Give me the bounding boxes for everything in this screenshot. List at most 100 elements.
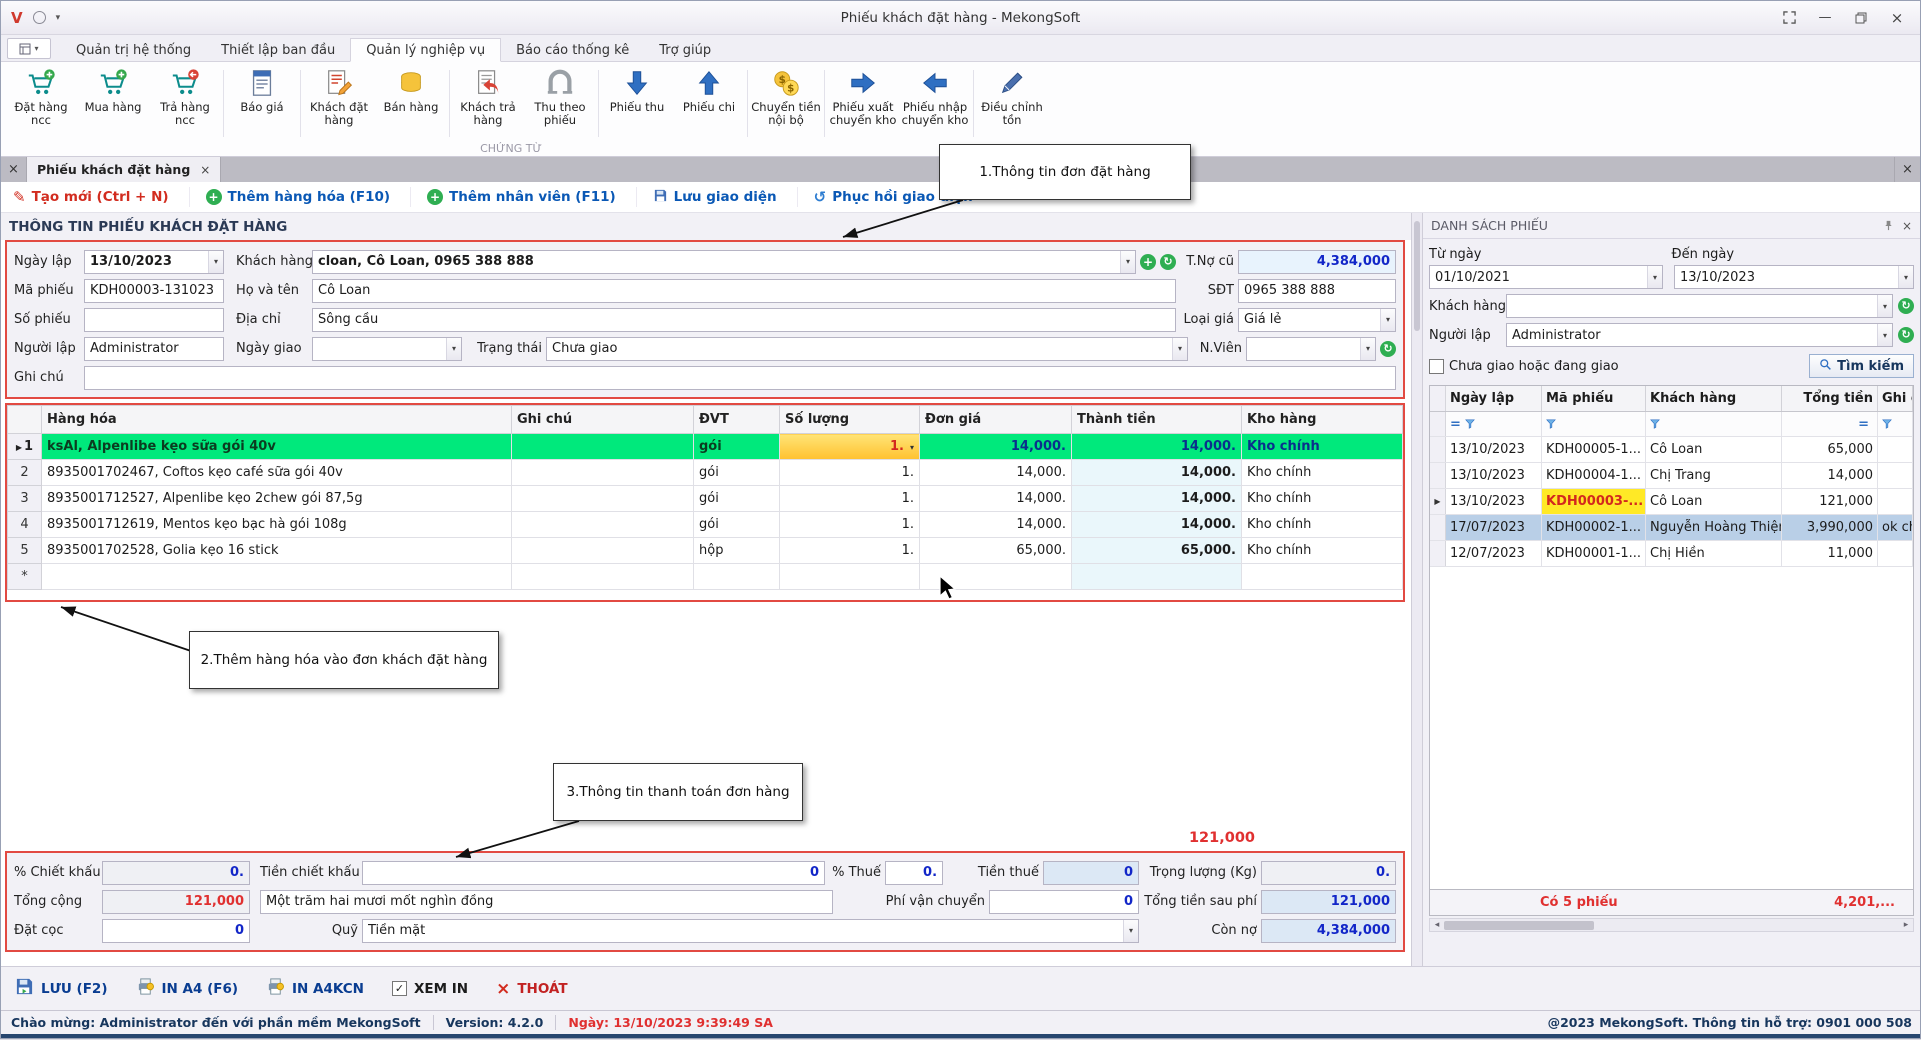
luu-giao-dien-button[interactable]: Lưu giao diện — [637, 187, 798, 207]
them-nhan-vien-button[interactable]: +Thêm nhân viên (F11) — [411, 187, 637, 207]
pct-thue-input[interactable]: 0. — [885, 861, 943, 885]
tao-moi-button[interactable]: ✎Tạo mới (Ctrl + N) — [13, 187, 190, 207]
quick-access-chevron-down-icon[interactable]: ▾ — [56, 13, 61, 23]
toolbar-button-bao-gia[interactable]: Báo giá — [226, 66, 298, 141]
filter-cell[interactable] — [1542, 412, 1646, 436]
toolbar-button-phieu-chi[interactable]: Phiếu chi — [673, 66, 745, 141]
add-customer-icon[interactable]: + — [1140, 254, 1156, 270]
ngay-lap-input[interactable]: 13/10/2023▾ — [84, 250, 224, 274]
chevron-down-icon[interactable]: ▾ — [1360, 338, 1375, 360]
tab-phieu-khach-dat-hang[interactable]: Phiếu khách đặt hàng × — [27, 157, 221, 182]
chevron-down-icon[interactable]: ▾ — [1647, 266, 1662, 288]
toolbar-button-ban-hang[interactable]: Bán hàng — [375, 66, 447, 141]
tien-chiet-khau-input[interactable]: 0 — [362, 861, 825, 885]
col-dvt[interactable]: ĐVT — [694, 406, 780, 434]
refresh-customer-icon[interactable]: ↻ — [1160, 254, 1176, 270]
print-a4kcn-button[interactable]: IN A4KCN — [266, 977, 364, 1000]
tabstrip-close-left-icon[interactable]: × — [1, 157, 27, 182]
dat-coc-input[interactable]: 0 — [102, 919, 250, 943]
print-a4-button[interactable]: IN A4 (F6) — [136, 977, 239, 1000]
xem-in-checkbox[interactable]: ✓ XEM IN — [392, 981, 468, 997]
splitter-thumb[interactable] — [1414, 221, 1420, 331]
search-button[interactable]: Tìm kiếm — [1809, 354, 1914, 378]
col-kho-hang[interactable]: Kho hàng — [1242, 406, 1403, 434]
filter-cell[interactable]: = — [1446, 412, 1542, 436]
filter-cell[interactable] — [1646, 412, 1782, 436]
col-thanh-tien[interactable]: Thành tiền — [1072, 406, 1242, 434]
sdt-input[interactable]: 0965 388 888 — [1238, 279, 1396, 303]
toolbar-button-thu-theo-phieu[interactable]: Thu theo phiếu — [524, 66, 596, 141]
scroll-right-icon[interactable]: ▸ — [1899, 920, 1913, 930]
so-phieu-input[interactable] — [84, 308, 224, 332]
toolbar-button-chuyen-tien-noi-bo[interactable]: $$ Chuyển tiền nội bộ — [750, 66, 822, 141]
chua-giao-checkbox[interactable] — [1429, 359, 1444, 374]
save-button[interactable]: LƯU (F2) — [15, 977, 108, 1000]
toolbar-button-khach-tra-hang[interactable]: Khách trả hàng — [452, 66, 524, 141]
ma-phieu-input[interactable]: KDH00003-131023 — [84, 279, 224, 303]
filter-cell[interactable]: = — [1782, 412, 1878, 436]
khach-hang-input[interactable]: cloan, Cô Loan, 0965 388 888▾ — [312, 250, 1136, 274]
scroll-left-icon[interactable]: ◂ — [1430, 920, 1444, 930]
toolbar-button-dieu-chinh-ton[interactable]: Điều chỉnh tồn — [976, 66, 1048, 141]
new-item-row[interactable]: * — [8, 564, 1403, 590]
filter-nguoi-lap-input[interactable]: Administrator▾ — [1506, 323, 1893, 347]
col-don-gia[interactable]: Đơn giá — [920, 406, 1072, 434]
tu-ngay-input[interactable]: 01/10/2021▾ — [1429, 265, 1663, 289]
refresh-icon[interactable]: ↻ — [1898, 327, 1914, 343]
ho-ten-input[interactable]: Cô Loan — [312, 279, 1176, 303]
grid-col-tong-tien[interactable]: Tổng tiền — [1782, 386, 1878, 411]
ngay-giao-input[interactable]: ▾ — [312, 337, 462, 361]
filter-cell[interactable] — [1878, 412, 1913, 436]
ghi-chu-input[interactable] — [84, 366, 1396, 390]
chevron-down-icon[interactable]: ▾ — [446, 338, 461, 360]
chevron-down-icon[interactable]: ▾ — [208, 251, 223, 273]
horizontal-scrollbar[interactable]: ◂ ▸ — [1429, 918, 1914, 932]
grid-col-ghi-chu[interactable]: Ghi chú — [1878, 386, 1913, 411]
dia-chi-input[interactable]: Sông cầu — [312, 308, 1176, 332]
table-row[interactable]: 13/10/2023 KDH00004-1... Chị Trang 14,00… — [1430, 463, 1913, 489]
table-row[interactable]: 4 8935001712619, Mentos kẹo bạc hà gói 1… — [8, 512, 1403, 538]
checkbox-checked-icon[interactable]: ✓ — [392, 981, 407, 996]
toolbar-button-tra-hang-ncc[interactable]: Trả hàng ncc — [149, 66, 221, 141]
table-row[interactable]: 3 8935001712527, Alpenlibe kẹo 2chew gói… — [8, 486, 1403, 512]
den-ngay-input[interactable]: 13/10/2023▾ — [1674, 265, 1914, 289]
col-so-luong[interactable]: Số lượng — [780, 406, 920, 434]
tabstrip-close-right-icon[interactable]: × — [1894, 157, 1920, 182]
pct-chiet-khau-input[interactable]: 0. — [102, 861, 250, 885]
pin-icon[interactable] — [1883, 220, 1894, 231]
fullscreen-icon[interactable] — [1772, 6, 1806, 30]
table-row-selected[interactable]: 17/07/2023 KDH00002-1... Nguyễn Hoàng Th… — [1430, 515, 1913, 541]
toolbar-button-phieu-thu[interactable]: Phiếu thu — [601, 66, 673, 141]
chevron-down-icon[interactable]: ▾ — [1120, 251, 1135, 273]
close-button[interactable]: × — [1880, 6, 1914, 30]
loai-gia-select[interactable]: Giá lẻ▾ — [1238, 308, 1396, 332]
ribbon-tab-tro-giup[interactable]: Trợ giúp — [644, 39, 726, 61]
chevron-down-icon[interactable]: ▾ — [1380, 309, 1395, 331]
minimize-button[interactable]: — — [1808, 6, 1842, 30]
phi-van-chuyen-input[interactable]: 0 — [989, 890, 1139, 914]
them-hang-hoa-button[interactable]: +Thêm hàng hóa (F10) — [190, 187, 411, 207]
maximize-button[interactable] — [1844, 6, 1878, 30]
chevron-down-icon[interactable]: ▾ — [1877, 324, 1892, 346]
trang-thai-select[interactable]: Chưa giao▾ — [546, 337, 1188, 361]
scrollbar-thumb[interactable] — [1444, 921, 1594, 930]
filter-khach-hang-input[interactable]: ▾ — [1506, 294, 1893, 318]
ribbon-app-button[interactable]: ▾ — [7, 38, 51, 59]
ribbon-tab-bao-cao-thong-ke[interactable]: Báo cáo thống kê — [501, 39, 644, 61]
refresh-icon[interactable]: ↻ — [1898, 298, 1914, 314]
grid-col-khach-hang[interactable]: Khách hàng — [1646, 386, 1782, 411]
chevron-down-icon[interactable]: ▾ — [1877, 295, 1892, 317]
chevron-down-icon[interactable]: ▾ — [1898, 266, 1913, 288]
exit-button[interactable]: × THOÁT — [496, 979, 567, 999]
toolbar-button-dat-hang-ncc[interactable]: Đặt hàng ncc — [5, 66, 77, 141]
n-vien-select[interactable]: ▾ — [1246, 337, 1376, 361]
ribbon-tab-quan-ly-nghiep-vu[interactable]: Quản lý nghiệp vụ — [350, 38, 501, 62]
grid-col-ngay-lap[interactable]: Ngày lập — [1446, 386, 1542, 411]
col-ghi-chu[interactable]: Ghi chú — [512, 406, 694, 434]
table-row[interactable]: 5 8935001702528, Golia kẹo 16 stick hộp … — [8, 538, 1403, 564]
col-hang-hoa[interactable]: Hàng hóa — [42, 406, 512, 434]
quy-select[interactable]: Tiền mặt▾ — [362, 919, 1139, 943]
nguoi-lap-input[interactable]: Administrator — [84, 337, 224, 361]
panel-close-icon[interactable]: × — [1902, 219, 1912, 233]
table-row[interactable]: 12/07/2023 KDH00001-1... Chị Hiền 11,000 — [1430, 541, 1913, 567]
